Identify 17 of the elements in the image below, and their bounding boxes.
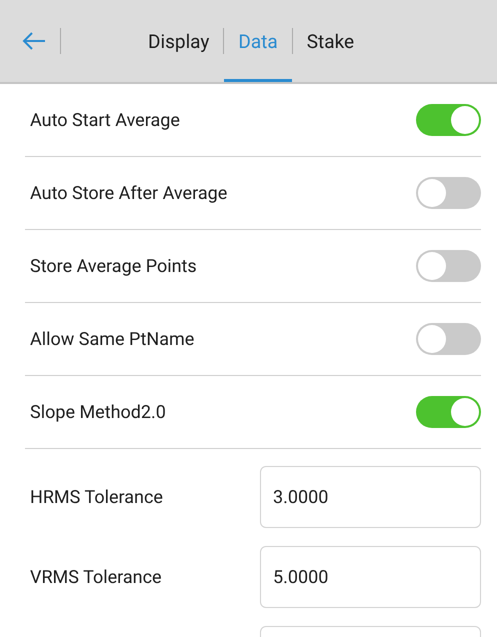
tab[interactable]: Stake <box>292 0 368 82</box>
toggle-switch[interactable] <box>416 104 481 136</box>
setting-label: VRMS Tolerance <box>29 566 162 588</box>
setting-label: Allow Same PtName <box>29 328 194 350</box>
toggle-switch[interactable] <box>416 396 481 428</box>
toggle-switch[interactable] <box>416 323 481 355</box>
setting-label: Store Average Points <box>29 256 197 276</box>
setting-label: Slope Method2.0 <box>29 402 166 422</box>
setting-label: Auto Start Average <box>29 110 180 130</box>
back-arrow-icon[interactable] <box>22 31 46 51</box>
input-field[interactable]: 3.0000 <box>260 466 481 528</box>
setting-label: HRMS Tolerance <box>29 486 163 508</box>
toggle-switch[interactable] <box>416 177 481 209</box>
toggle-switch[interactable] <box>416 250 481 282</box>
input-field[interactable]: 5.0000 <box>260 546 481 608</box>
setting-label: Auto Store After Average <box>29 182 228 204</box>
tab[interactable]: Display <box>134 0 224 82</box>
